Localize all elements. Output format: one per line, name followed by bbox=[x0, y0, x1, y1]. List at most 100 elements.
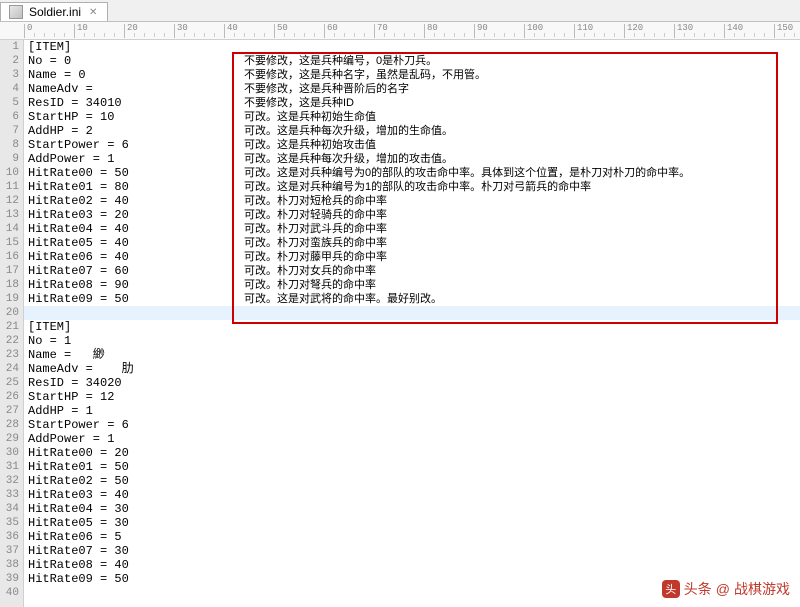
line-number: 19 bbox=[0, 292, 19, 306]
line-gutter: 1234567891011121314151617181920212223242… bbox=[0, 40, 24, 607]
file-tab[interactable]: Soldier.ini ✕ bbox=[0, 2, 108, 21]
comment-line: 不要修改，这是兵种ID bbox=[244, 96, 690, 110]
code-line[interactable]: HitRate03 = 40 bbox=[24, 488, 800, 502]
ruler: 0102030405060708090100110120130140150 bbox=[0, 22, 800, 40]
tab-filename: Soldier.ini bbox=[29, 5, 81, 19]
editor-area[interactable]: 1234567891011121314151617181920212223242… bbox=[0, 40, 800, 607]
line-number: 14 bbox=[0, 222, 19, 236]
code-line[interactable]: HitRate00 = 20 bbox=[24, 446, 800, 460]
line-number: 39 bbox=[0, 572, 19, 586]
watermark-icon: 头 bbox=[662, 580, 680, 598]
line-number: 10 bbox=[0, 166, 19, 180]
file-icon bbox=[9, 5, 23, 19]
comment-line: 可改。这是对兵种编号为1的部队的攻击命中率。朴刀对弓箭兵的命中率 bbox=[244, 180, 690, 194]
comment-line: 可改。这是兵种初始攻击值 bbox=[244, 138, 690, 152]
line-number: 7 bbox=[0, 124, 19, 138]
comment-line: 可改。朴刀对轻骑兵的命中率 bbox=[244, 208, 690, 222]
line-number: 38 bbox=[0, 558, 19, 572]
code-line[interactable]: AddPower = 1 bbox=[24, 432, 800, 446]
code-line[interactable]: HitRate06 = 5 bbox=[24, 530, 800, 544]
ruler-tick: 20 bbox=[124, 24, 138, 38]
line-number: 36 bbox=[0, 530, 19, 544]
code-line[interactable]: HitRate02 = 50 bbox=[24, 474, 800, 488]
comment-line: 不要修改，这是兵种晋阶后的名字 bbox=[244, 82, 690, 96]
line-number: 22 bbox=[0, 334, 19, 348]
line-number: 24 bbox=[0, 362, 19, 376]
line-number: 18 bbox=[0, 278, 19, 292]
line-number: 28 bbox=[0, 418, 19, 432]
code-content[interactable]: [ITEM]No = 0Name = 0NameAdv =ResID = 340… bbox=[24, 40, 800, 607]
line-number: 23 bbox=[0, 348, 19, 362]
line-number: 30 bbox=[0, 446, 19, 460]
line-number: 29 bbox=[0, 432, 19, 446]
comment-line: 可改。朴刀对女兵的命中率 bbox=[244, 264, 690, 278]
line-number: 17 bbox=[0, 264, 19, 278]
line-number: 3 bbox=[0, 68, 19, 82]
line-number: 27 bbox=[0, 404, 19, 418]
line-number: 35 bbox=[0, 516, 19, 530]
code-line[interactable]: HitRate08 = 40 bbox=[24, 558, 800, 572]
code-line[interactable]: Name = 緲 bbox=[24, 348, 800, 362]
line-number: 5 bbox=[0, 96, 19, 110]
comment-line: 不要修改，这是兵种编号，0是朴刀兵。 bbox=[244, 54, 690, 68]
comment-column: 不要修改，这是兵种编号，0是朴刀兵。不要修改，这是兵种名字，虽然是乱码，不用管。… bbox=[244, 54, 690, 306]
ruler-tick: 50 bbox=[274, 24, 288, 38]
line-number: 16 bbox=[0, 250, 19, 264]
line-number: 26 bbox=[0, 390, 19, 404]
code-line[interactable]: StartHP = 12 bbox=[24, 390, 800, 404]
line-number: 9 bbox=[0, 152, 19, 166]
code-line[interactable]: HitRate04 = 30 bbox=[24, 502, 800, 516]
ruler-tick: 30 bbox=[174, 24, 188, 38]
line-number: 25 bbox=[0, 376, 19, 390]
ruler-tick: 10 bbox=[74, 24, 88, 38]
code-line[interactable]: HitRate05 = 30 bbox=[24, 516, 800, 530]
ruler-tick: 80 bbox=[424, 24, 438, 38]
line-number: 31 bbox=[0, 460, 19, 474]
line-number: 32 bbox=[0, 474, 19, 488]
code-line[interactable]: StartPower = 6 bbox=[24, 418, 800, 432]
line-number: 37 bbox=[0, 544, 19, 558]
line-number: 40 bbox=[0, 586, 19, 600]
line-number: 33 bbox=[0, 488, 19, 502]
watermark: 头 头条 @ 战棋游戏 bbox=[662, 579, 790, 599]
code-line[interactable] bbox=[24, 306, 800, 320]
code-line[interactable]: AddHP = 1 bbox=[24, 404, 800, 418]
line-number: 13 bbox=[0, 208, 19, 222]
line-number: 12 bbox=[0, 194, 19, 208]
comment-line: 可改。朴刀对短枪兵的命中率 bbox=[244, 194, 690, 208]
ruler-tick: 70 bbox=[374, 24, 388, 38]
watermark-prefix: 头条 bbox=[684, 579, 712, 599]
code-line[interactable]: ResID = 34020 bbox=[24, 376, 800, 390]
close-icon[interactable]: ✕ bbox=[87, 7, 99, 18]
line-number: 15 bbox=[0, 236, 19, 250]
line-number: 4 bbox=[0, 82, 19, 96]
line-number: 21 bbox=[0, 320, 19, 334]
code-line[interactable]: HitRate07 = 30 bbox=[24, 544, 800, 558]
line-number: 6 bbox=[0, 110, 19, 124]
comment-line: 可改。朴刀对弩兵的命中率 bbox=[244, 278, 690, 292]
tab-bar: Soldier.ini ✕ bbox=[0, 0, 800, 22]
code-line[interactable]: [ITEM] bbox=[24, 320, 800, 334]
code-line[interactable]: HitRate01 = 50 bbox=[24, 460, 800, 474]
comment-line: 可改。朴刀对藤甲兵的命中率 bbox=[244, 250, 690, 264]
line-number: 1 bbox=[0, 40, 19, 54]
comment-line: 可改。这是兵种每次升级，增加的生命值。 bbox=[244, 124, 690, 138]
code-line[interactable]: NameAdv = 肋 bbox=[24, 362, 800, 376]
comment-line: 可改。这是兵种初始生命值 bbox=[244, 110, 690, 124]
ruler-tick: 40 bbox=[224, 24, 238, 38]
comment-line: 可改。这是对兵种编号为0的部队的攻击命中率。具体到这个位置，是朴刀对朴刀的命中率… bbox=[244, 166, 690, 180]
comment-line: 可改。朴刀对武斗兵的命中率 bbox=[244, 222, 690, 236]
line-number: 2 bbox=[0, 54, 19, 68]
line-number: 34 bbox=[0, 502, 19, 516]
code-line[interactable]: No = 1 bbox=[24, 334, 800, 348]
comment-line: 可改。朴刀对蛮族兵的命中率 bbox=[244, 236, 690, 250]
ruler-tick: 0 bbox=[24, 24, 32, 38]
comment-line: 不要修改，这是兵种名字，虽然是乱码，不用管。 bbox=[244, 68, 690, 82]
watermark-name: 战棋游戏 bbox=[734, 579, 790, 599]
ruler-tick: 90 bbox=[474, 24, 488, 38]
line-number: 11 bbox=[0, 180, 19, 194]
watermark-at: @ bbox=[716, 581, 730, 597]
line-number: 8 bbox=[0, 138, 19, 152]
comment-line: 可改。这是兵种每次升级，增加的攻击值。 bbox=[244, 152, 690, 166]
code-line[interactable]: [ITEM] bbox=[24, 40, 800, 54]
